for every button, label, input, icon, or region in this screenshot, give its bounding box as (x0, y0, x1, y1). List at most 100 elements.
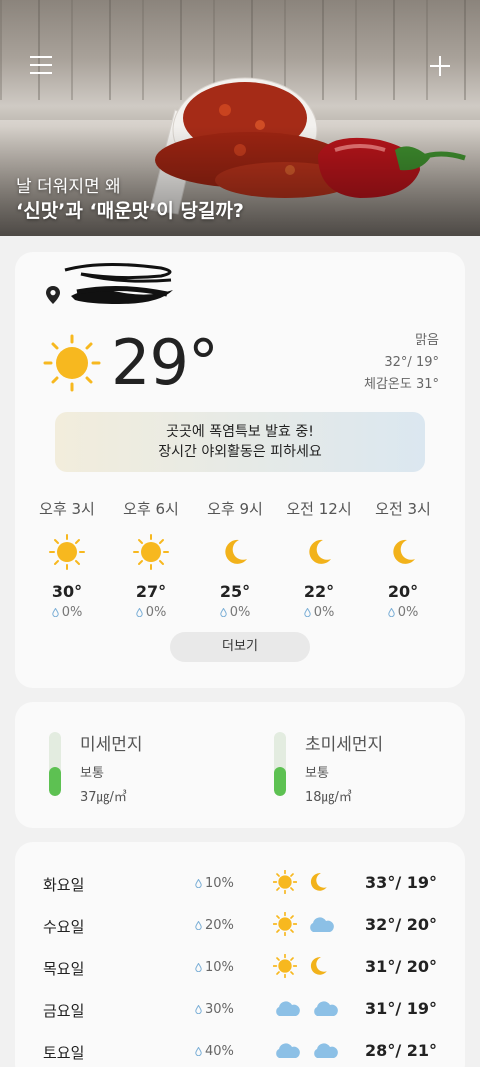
moon-icon (307, 871, 329, 897)
pm10-level: 보통 (80, 766, 104, 781)
hourly-item: 오후 3시 30° 0% (25, 498, 109, 620)
raindrop-icon (195, 921, 202, 930)
current-temperature: 29° (111, 326, 219, 399)
raindrop-icon (135, 608, 143, 617)
daily-row[interactable]: 토요일 40% 28°/ 21° (15, 1037, 465, 1067)
hourly-time: 오후 9시 (207, 500, 263, 518)
location[interactable] (45, 280, 179, 310)
sun-icon (272, 953, 298, 982)
pm10-gauge-fill (49, 767, 61, 796)
raindrop-icon (303, 608, 311, 617)
pm10-label: 미세먼지 (80, 735, 143, 755)
sun-icon (272, 911, 298, 940)
cloud-icon (311, 998, 339, 1022)
pm10-value: 37㎍/㎥ (80, 790, 127, 805)
high-low-temperature: 32°/ 19° (384, 355, 439, 370)
daily-day: 수요일 (43, 918, 85, 936)
pm25-label: 초미세먼지 (305, 735, 384, 755)
daily-row[interactable]: 목요일 10% 31°/ 20° (15, 953, 465, 983)
hero-title[interactable]: ‘신맛’과 ‘매운맛’이 당길까? (16, 196, 244, 223)
hourly-temp: 25° (219, 582, 251, 601)
daily-icons (272, 911, 335, 941)
pm25-gauge (274, 732, 286, 796)
daily-icons (272, 953, 329, 983)
raindrop-icon (195, 1047, 202, 1056)
current-details: 맑음 32°/ 19° 체감온도 31° (364, 330, 439, 396)
hourly-item: 오전 3시 20° 0% (361, 498, 445, 620)
cloud-icon (311, 1040, 339, 1064)
daily-icons (273, 995, 339, 1025)
hourly-time: 오전 12시 (286, 500, 352, 518)
daily-icons (272, 869, 329, 899)
moon-icon (277, 532, 361, 572)
daily-temps: 32°/ 20° (365, 915, 437, 934)
location-pin-icon (46, 286, 60, 304)
daily-temps: 28°/ 21° (365, 1041, 437, 1060)
daily-temps: 33°/ 19° (365, 873, 437, 892)
daily-rain: 20% (195, 918, 234, 933)
pm25-gauge-fill (274, 767, 286, 796)
daily-day: 금요일 (43, 1002, 85, 1020)
hourly-rain: 0% (109, 605, 193, 620)
hero-banner[interactable]: 날 더워지면 왜 ‘신맛’과 ‘매운맛’이 당길까? (0, 0, 480, 236)
current-temperature-block: 29° (43, 326, 219, 399)
daily-row[interactable]: 수요일 20% 32°/ 20° (15, 911, 465, 941)
hourly-temp: 20° (387, 582, 419, 601)
pm25-value: 18㎍/㎥ (305, 790, 352, 805)
hourly-rain: 0% (277, 605, 361, 620)
raindrop-icon (387, 608, 395, 617)
daily-row[interactable]: 금요일 30% 31°/ 19° (15, 995, 465, 1025)
raindrop-icon (195, 1005, 202, 1014)
hourly-rain: 0% (361, 605, 445, 620)
sun-icon (272, 869, 298, 898)
pm10-gauge (49, 732, 61, 796)
sun-icon (43, 334, 101, 391)
more-button[interactable]: 더보기 (170, 632, 310, 662)
hourly-rain: 0% (193, 605, 277, 620)
daily-rain: 40% (195, 1044, 234, 1059)
moon-icon (361, 532, 445, 572)
hourly-time: 오전 3시 (375, 500, 431, 518)
cloud-icon (273, 1040, 301, 1064)
daily-rain: 10% (195, 960, 234, 975)
hourly-rain: 0% (25, 605, 109, 620)
daily-rain: 30% (195, 1002, 234, 1017)
air-quality-card[interactable]: 미세먼지 보통 37㎍/㎥ 초미세먼지 보통 18㎍/㎥ (15, 702, 465, 828)
daily-temps: 31°/ 19° (365, 999, 437, 1018)
sun-icon (109, 532, 193, 572)
cloud-icon (273, 998, 301, 1022)
hourly-temp: 30° (51, 582, 83, 601)
daily-day: 토요일 (43, 1044, 85, 1062)
hourly-temp: 22° (303, 582, 335, 601)
daily-row[interactable]: 화요일 10% 33°/ 19° (15, 869, 465, 899)
moon-icon (193, 532, 277, 572)
moon-icon (307, 955, 329, 981)
feels-like-temperature: 체감온도 31° (363, 377, 439, 392)
daily-icons (273, 1037, 339, 1067)
hourly-item: 오후 9시 25° 0% (193, 498, 277, 620)
hourly-forecast: 오후 3시 30° 0% 오후 6시 27° 0% 오후 9시 25° 0% 오… (15, 498, 465, 620)
location-name-redacted (69, 280, 179, 310)
menu-icon[interactable] (30, 56, 52, 76)
daily-temps: 31°/ 20° (365, 957, 437, 976)
heat-wave-alert[interactable]: 곳곳에 폭염특보 발효 중! 장시간 야외활동은 피하세요 (55, 412, 425, 472)
daily-day: 화요일 (43, 876, 85, 894)
raindrop-icon (51, 608, 59, 617)
hourly-item: 오전 12시 22° 0% (277, 498, 361, 620)
alert-line-1: 곳곳에 폭염특보 발효 중! (166, 424, 314, 440)
current-weather-card: 29° 맑음 32°/ 19° 체감온도 31° 곳곳에 폭염특보 발효 중! … (15, 252, 465, 688)
sun-icon (25, 532, 109, 572)
daily-day: 목요일 (43, 960, 85, 978)
raindrop-icon (195, 879, 202, 888)
weekly-forecast-card[interactable]: 화요일 10% 33°/ 19° 수요일 20% 32°/ 20° 목요일 10% 31°/ 2… (15, 842, 465, 1067)
daily-rain: 10% (195, 876, 234, 891)
raindrop-icon (195, 963, 202, 972)
add-location-icon[interactable] (428, 54, 452, 78)
cloud-icon (307, 914, 335, 938)
hourly-time: 오후 6시 (123, 500, 179, 518)
hourly-temp: 27° (135, 582, 167, 601)
alert-line-2: 장시간 야외활동은 피하세요 (158, 444, 322, 460)
pm25-level: 보통 (305, 766, 329, 781)
hero-subtitle[interactable]: 날 더워지면 왜 (16, 172, 121, 197)
weather-condition: 맑음 (415, 333, 439, 348)
